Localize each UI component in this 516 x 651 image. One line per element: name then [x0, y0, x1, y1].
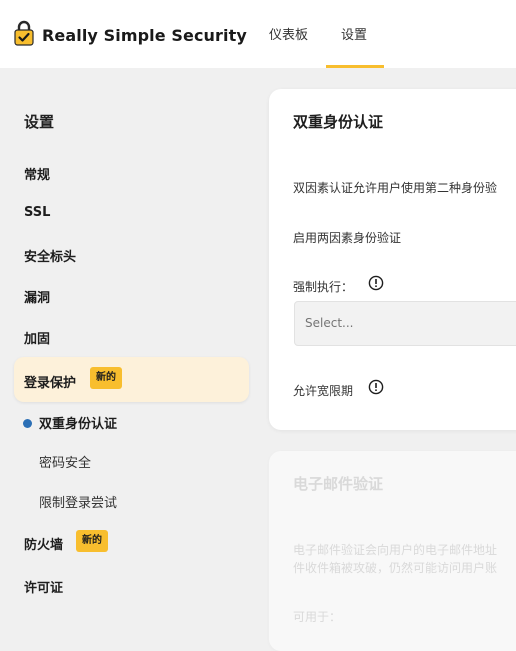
sidebar-item-vulnerabilities[interactable]: 漏洞 [24, 287, 50, 306]
tab-dashboard[interactable]: 仪表板 [269, 24, 308, 43]
info-icon[interactable] [368, 379, 384, 395]
sidebar-subitem-password-security[interactable]: 密码安全 [39, 452, 91, 471]
enable-two-factor-label: 启用两因素身份验证 [293, 231, 402, 245]
sidebar-title: 设置 [24, 113, 55, 131]
grace-period-label: 允许宽限期 [293, 384, 354, 398]
email-description-line-1: 电子邮件验证会向用户的电子邮件地址 [293, 543, 498, 557]
email-verification-card: 电子邮件验证 电子邮件验证会向用户的电子邮件地址 件收件箱被攻破，仍然可能访问用… [269, 451, 516, 651]
sidebar-item-general[interactable]: 常规 [24, 164, 50, 183]
new-badge: 新的 [90, 367, 122, 389]
email-description-line-2: 件收件箱被攻破，仍然可能访问用户账 [293, 561, 498, 575]
card-title: 电子邮件验证 [293, 475, 384, 493]
sidebar-item-login-protection[interactable]: 登录保护 新的 [14, 357, 249, 402]
lock-logo-icon [14, 20, 34, 46]
top-header: Really Simple Security 仪表板 设置 [0, 0, 516, 68]
sidebar-item-firewall[interactable]: 防火墙 [24, 534, 63, 553]
enforce-label: 强制执行： [293, 280, 354, 294]
two-factor-description: 双因素认证允许用户使用第二种身份验 [293, 181, 498, 195]
card-title: 双重身份认证 [293, 113, 384, 131]
sidebar-subitem-two-factor[interactable]: 双重身份认证 [39, 413, 117, 432]
enforce-role-select[interactable]: Select... [294, 301, 516, 346]
two-factor-card: 双重身份认证 双因素认证允许用户使用第二种身份验 启用两因素身份验证 强制执行：… [269, 89, 516, 430]
available-for-label: 可用于： [293, 610, 342, 624]
new-badge: 新的 [76, 530, 108, 552]
brand-name: Really Simple Security [42, 26, 247, 45]
sidebar-item-hardening[interactable]: 加固 [24, 328, 50, 347]
select-placeholder: Select... [305, 316, 354, 330]
sidebar-subitem-limit-login-attempts[interactable]: 限制登录尝试 [39, 492, 117, 511]
active-tab-indicator [326, 65, 384, 68]
sidebar-item-license[interactable]: 许可证 [24, 577, 63, 596]
tab-settings[interactable]: 设置 [341, 24, 367, 43]
sidebar-item-label: 登录保护 [24, 376, 77, 391]
sidebar-item-security-headers[interactable]: 安全标头 [24, 246, 76, 265]
info-icon[interactable] [368, 275, 384, 291]
sidebar-item-ssl[interactable]: SSL [24, 205, 50, 220]
active-bullet-icon [23, 419, 32, 428]
